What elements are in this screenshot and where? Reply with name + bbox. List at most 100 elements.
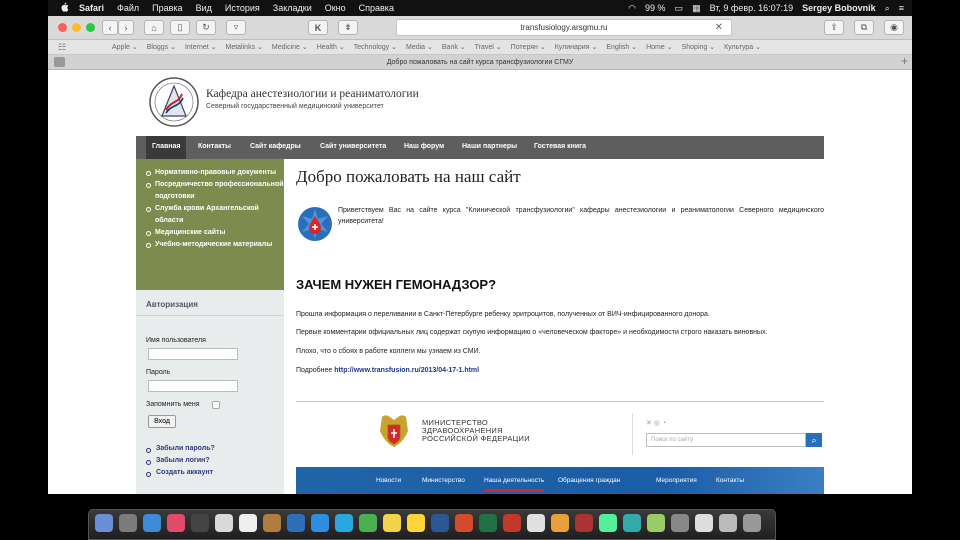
dock-app-icon[interactable] bbox=[167, 514, 185, 532]
zoom-window-button[interactable] bbox=[86, 23, 95, 32]
menu-file[interactable]: Файл bbox=[117, 3, 139, 13]
close-window-button[interactable] bbox=[58, 23, 67, 32]
favorite-14[interactable]: Shoping ⌄ bbox=[682, 44, 716, 51]
favorite-5[interactable]: Health ⌄ bbox=[317, 44, 345, 51]
dock-app-icon[interactable] bbox=[311, 514, 329, 532]
favorite-0[interactable]: Apple ⌄ bbox=[112, 44, 138, 51]
favorite-13[interactable]: Home ⌄ bbox=[646, 44, 672, 51]
favorite-3[interactable]: Metalinks ⌄ bbox=[226, 44, 263, 51]
create-account-link[interactable]: Создать аккаунт bbox=[145, 469, 213, 477]
login-button[interactable]: Вход bbox=[148, 415, 176, 428]
user-name[interactable]: Sergey Bobovnik bbox=[802, 3, 876, 13]
favorite-1[interactable]: Bloggs ⌄ bbox=[147, 44, 176, 51]
nav-guestbook[interactable]: Гостевая книга bbox=[534, 143, 586, 150]
sidebar-icon[interactable]: ▯ bbox=[170, 20, 190, 35]
dock-app-icon[interactable] bbox=[263, 514, 281, 532]
menu-help[interactable]: Справка bbox=[359, 3, 394, 13]
dock-app-icon[interactable] bbox=[695, 514, 713, 532]
clear-url-icon[interactable]: ✕ bbox=[715, 22, 723, 33]
menu-history[interactable]: История bbox=[225, 3, 260, 13]
tab-favicon-icon[interactable] bbox=[54, 57, 65, 67]
dock-app-icon[interactable] bbox=[671, 514, 689, 532]
dock-app-icon[interactable] bbox=[239, 514, 257, 532]
menu-view[interactable]: Вид bbox=[196, 3, 212, 13]
clock[interactable]: Вт, 9 февр. 16:07:19 bbox=[710, 3, 794, 13]
minimize-window-button[interactable] bbox=[72, 23, 81, 32]
sidebar-item-blood-service[interactable]: Служба крови Архангельской области bbox=[145, 203, 284, 227]
top-sites-icon[interactable]: ▿ bbox=[226, 20, 246, 35]
banner-search-input[interactable]: Поиск по сайту bbox=[646, 433, 806, 447]
dock-app-icon[interactable] bbox=[503, 514, 521, 532]
address-bar[interactable]: transfusiology.arsgmu.ru ✕ bbox=[396, 19, 732, 36]
extension-k-icon[interactable]: K bbox=[308, 20, 328, 35]
menu-edit[interactable]: Правка bbox=[152, 3, 182, 13]
spotlight-icon[interactable]: ⌕ bbox=[885, 3, 890, 14]
dock-app-icon[interactable] bbox=[287, 514, 305, 532]
dock-app-icon[interactable] bbox=[431, 514, 449, 532]
favorite-15[interactable]: Культура ⌄ bbox=[724, 44, 761, 51]
download-arrow-icon[interactable]: ⇟ bbox=[338, 20, 358, 35]
banner-nav-ministry[interactable]: Министерство bbox=[422, 477, 465, 484]
dock-app-icon[interactable] bbox=[143, 514, 161, 532]
sidebar-item-regulations[interactable]: Нормативно-правовые документы bbox=[145, 167, 284, 179]
nav-forum[interactable]: Наш форум bbox=[404, 143, 444, 150]
dock-app-icon[interactable] bbox=[383, 514, 401, 532]
dock-app-icon[interactable] bbox=[215, 514, 233, 532]
reload-icon[interactable]: ↻ bbox=[196, 20, 216, 35]
banner-search-icon[interactable]: ⌕ bbox=[806, 433, 822, 447]
battery-label[interactable]: 99 % bbox=[645, 3, 666, 13]
notification-center-icon[interactable]: ≡ bbox=[899, 3, 904, 13]
dock-app-icon[interactable] bbox=[623, 514, 641, 532]
dock-app-icon[interactable] bbox=[479, 514, 497, 532]
forward-button[interactable]: › bbox=[118, 20, 134, 35]
remember-checkbox[interactable] bbox=[212, 401, 220, 409]
home-icon[interactable]: ⌂ bbox=[144, 20, 164, 35]
favorite-6[interactable]: Technology ⌄ bbox=[354, 44, 397, 51]
dock-app-icon[interactable] bbox=[743, 514, 761, 532]
department-logo-icon[interactable] bbox=[148, 76, 200, 128]
menu-bookmarks[interactable]: Закладки bbox=[273, 3, 312, 13]
favorite-2[interactable]: Internet ⌄ bbox=[185, 44, 217, 51]
ministry-banner[interactable]: МИНИСТЕРСТВО ЗДРАВООХРАНЕНИЯ РОССИЙСКОЙ … bbox=[296, 405, 824, 494]
dock-app-icon[interactable] bbox=[719, 514, 737, 532]
nav-department-site[interactable]: Сайт кафедры bbox=[250, 143, 301, 150]
dock-app-icon[interactable] bbox=[551, 514, 569, 532]
accessibility-icons[interactable]: ✕ ◎ ◔ bbox=[646, 419, 666, 427]
banner-nav-activity[interactable]: Наша деятельность bbox=[484, 477, 545, 492]
banner-nav-appeals[interactable]: Обращения граждан bbox=[558, 477, 620, 484]
favorite-12[interactable]: English ⌄ bbox=[606, 44, 637, 51]
battery-icon[interactable]: ▭ bbox=[675, 3, 684, 14]
dock-app-icon[interactable] bbox=[359, 514, 377, 532]
sidebar-item-medical-sites[interactable]: Медицинские сайты bbox=[145, 227, 284, 239]
dock-app-icon[interactable] bbox=[407, 514, 425, 532]
favorite-8[interactable]: Bank ⌄ bbox=[442, 44, 466, 51]
wifi-icon[interactable]: ◠ bbox=[628, 3, 636, 14]
forgot-login-link[interactable]: Забыли логин? bbox=[146, 457, 210, 465]
username-field[interactable] bbox=[148, 348, 238, 360]
forgot-password-link[interactable]: Забыли пароль? bbox=[146, 445, 215, 453]
apple-icon[interactable] bbox=[60, 2, 69, 14]
show-all-bookmarks-icon[interactable]: ☷ bbox=[58, 42, 66, 53]
nav-contacts[interactable]: Контакты bbox=[198, 143, 231, 150]
password-field[interactable] bbox=[148, 380, 238, 392]
favorite-7[interactable]: Media ⌄ bbox=[406, 44, 433, 51]
share-icon[interactable]: ⇪ bbox=[824, 20, 844, 35]
read-more-link[interactable]: http://www.transfusion.ru/2013/04-17-1.h… bbox=[334, 367, 479, 374]
sidebar-item-training[interactable]: Посредничество профессиональной подготов… bbox=[145, 179, 284, 203]
dock-app-icon[interactable] bbox=[119, 514, 137, 532]
banner-nav-news[interactable]: Новости bbox=[376, 477, 401, 484]
favorite-9[interactable]: Travel ⌄ bbox=[475, 44, 502, 51]
favorite-10[interactable]: Потерян ⌄ bbox=[511, 44, 546, 51]
menu-window[interactable]: Окно bbox=[325, 3, 346, 13]
sidebar-item-materials[interactable]: Учебно-методические материалы bbox=[145, 239, 284, 251]
tabs-overview-icon[interactable]: ⧉ bbox=[854, 20, 874, 35]
nav-university-site[interactable]: Сайт университета bbox=[320, 143, 386, 150]
nav-partners[interactable]: Наши партнеры bbox=[462, 143, 517, 150]
record-icon[interactable]: ◉ bbox=[884, 20, 904, 35]
dock-app-icon[interactable] bbox=[191, 514, 209, 532]
active-tab-title[interactable]: Добро пожаловать на сайт курса трансфузи… bbox=[387, 59, 574, 66]
dock-app-icon[interactable] bbox=[647, 514, 665, 532]
nav-home[interactable]: Главная bbox=[146, 136, 187, 159]
flag-icon[interactable]: ▦ bbox=[692, 3, 701, 14]
back-button[interactable]: ‹ bbox=[102, 20, 118, 35]
